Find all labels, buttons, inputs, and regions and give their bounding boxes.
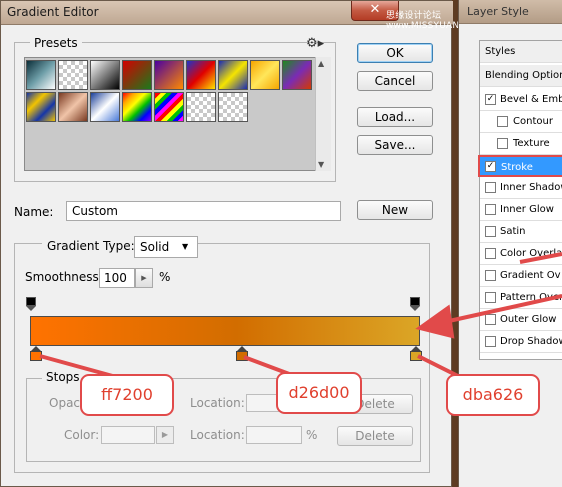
callout-color-1: ff7200	[80, 374, 174, 416]
callout-color-2: d26d00	[276, 372, 362, 414]
arrowhead	[415, 304, 455, 339]
arrow-line-4	[439, 294, 562, 325]
arrow-line-5	[519, 252, 562, 264]
callout-color-3: dba626	[446, 374, 540, 416]
